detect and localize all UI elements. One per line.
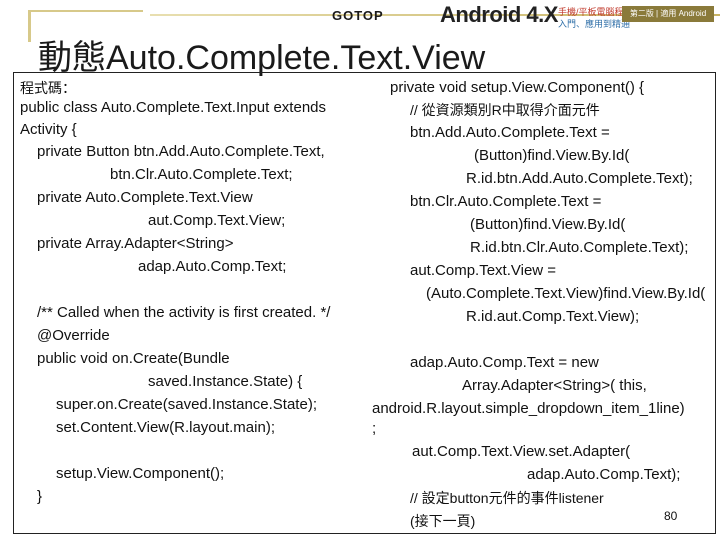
- code-line: set.Content.View(R.layout.main);: [56, 419, 275, 436]
- code-line: public class Auto.Complete.Text.Input ex…: [20, 99, 327, 116]
- code-line: R.id.btn.Clr.Auto.Complete.Text);: [470, 239, 689, 256]
- code-line: adap.Auto.Comp.Text = new: [410, 354, 599, 371]
- code-line: btn.Add.Auto.Complete.Text =: [410, 124, 610, 141]
- code-line: super.on.Create(saved.Instance.State);: [56, 396, 317, 413]
- code-line: R.id.btn.Add.Auto.Complete.Text);: [466, 170, 693, 187]
- code-line: private Auto.Complete.Text.View: [37, 189, 253, 206]
- code-line: private void setup.View.Component() {: [390, 79, 645, 96]
- code-line: (Auto.Complete.Text.View)find.View.By.Id…: [426, 285, 706, 302]
- code-line: adap.Auto.Comp.Text);: [527, 466, 681, 483]
- code-line: Array.Adapter<String>( this,: [462, 377, 647, 394]
- page-number: 80: [664, 509, 678, 523]
- code-line: R.id.aut.Comp.Text.View);: [466, 308, 640, 325]
- code-line-label: 程式碼：: [20, 80, 76, 96]
- code-line: @Override: [37, 327, 110, 344]
- code-line: setup.View.Component();: [56, 465, 225, 482]
- code-comment: // 設定button元件的事件listener: [410, 490, 604, 506]
- code-line: aut.Comp.Text.View =: [410, 262, 557, 279]
- corner-bracket-horizontal: [28, 10, 143, 12]
- code-line: ;: [372, 420, 377, 437]
- continued-note: (接下一頁): [410, 513, 476, 529]
- publisher-logo: GOTOP: [332, 8, 384, 23]
- code-line: aut.Comp.Text.View;: [148, 212, 286, 229]
- code-line: (Button)find.View.By.Id(: [474, 147, 630, 164]
- code-line: btn.Clr.Auto.Complete.Text;: [110, 166, 293, 183]
- code-line: aut.Comp.Text.View.set.Adapter(: [412, 443, 631, 460]
- code-line: }: [37, 488, 43, 505]
- code-line: private Button btn.Add.Auto.Complete.Tex…: [37, 143, 325, 160]
- code-line: (Button)find.View.By.Id(: [470, 216, 626, 233]
- code-line: android.R.layout.simple_dropdown_item_1l…: [372, 400, 685, 417]
- code-line: Activity {: [20, 121, 77, 138]
- code-comment: // 從資源類別R中取得介面元件: [410, 102, 600, 118]
- book-logo: Android 4.X: [440, 2, 558, 27]
- code-line: private Array.Adapter<String>: [37, 235, 234, 252]
- series-badge: 第二版 | 適用 Android 1.x~4.x: [622, 6, 714, 34]
- code-line: btn.Clr.Auto.Complete.Text =: [410, 193, 602, 210]
- corner-bracket-vertical: [28, 10, 31, 42]
- code-line: /** Called when the activity is first cr…: [37, 304, 331, 321]
- code-line: adap.Auto.Comp.Text;: [138, 258, 287, 275]
- book-subtitle-2: 入門、應用到精通: [558, 19, 631, 29]
- code-line: saved.Instance.State) {: [148, 373, 303, 390]
- code-line: public void on.Create(Bundle: [37, 350, 230, 367]
